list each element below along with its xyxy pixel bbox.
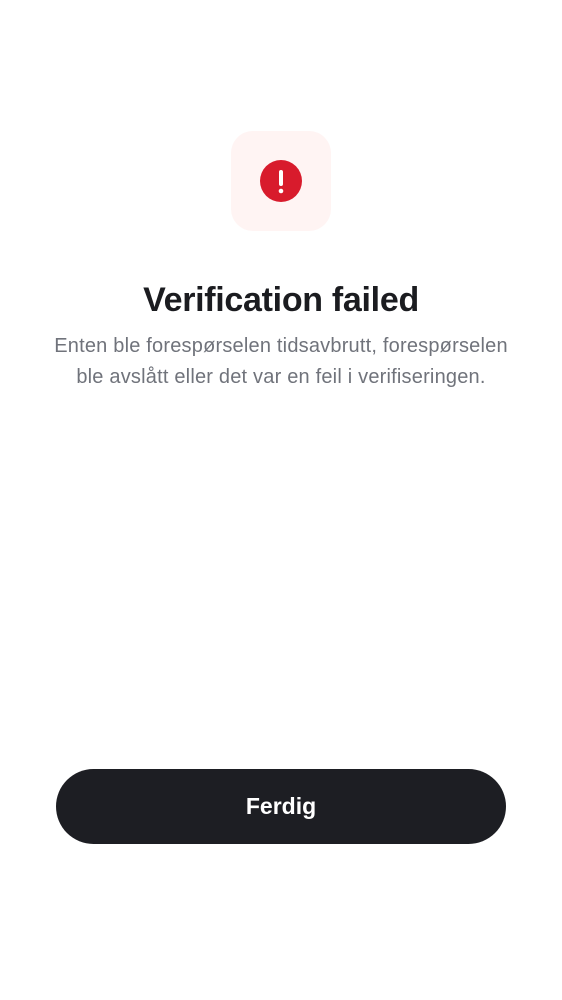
alert-circle-icon: [260, 160, 302, 202]
verification-failed-screen: Verification failed Enten ble forespørse…: [0, 0, 562, 1000]
error-icon-tile: [231, 131, 331, 231]
page-title: Verification failed: [143, 280, 419, 319]
done-button[interactable]: Ferdig: [56, 769, 506, 844]
error-message: Enten ble forespørselen tidsavbrutt, for…: [54, 335, 508, 388]
